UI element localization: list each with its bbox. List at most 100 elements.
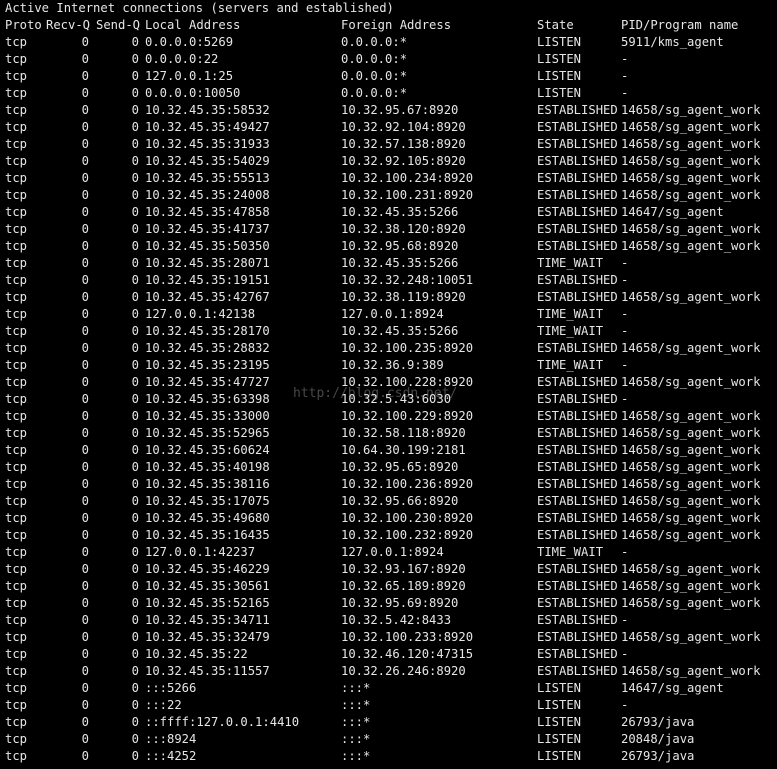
row-foreign-address: 10.32.26.246:8920 [341,664,466,678]
row-recv-q: 0 [81,103,89,117]
row-foreign-address: 10.32.92.104:8920 [341,120,466,134]
row-proto: tcp [5,443,28,457]
row-state: ESTABLISHED [537,154,618,168]
row-state: LISTEN [537,681,582,695]
row-pid-program: 26793/java [621,715,695,729]
row-pid-program: - [621,545,629,559]
row-send-q: 0 [131,69,139,83]
row-recv-q: 0 [81,358,89,372]
row-send-q: 0 [131,426,139,440]
row-foreign-address: 10.32.95.69:8920 [341,596,459,610]
row-recv-q: 0 [81,222,89,236]
row-local-address: :::5266 [145,681,197,695]
row-local-address: 10.32.45.35:46229 [145,562,270,576]
row-proto: tcp [5,664,28,678]
row-local-address: 10.32.45.35:28170 [145,324,270,338]
row-send-q: 0 [131,545,139,559]
row-pid-program: 14647/sg_agent [621,205,724,219]
row-state: ESTABLISHED [537,409,618,423]
row-local-address: 10.32.45.35:22 [145,647,248,661]
row-pid-program: 20848/java [621,732,695,746]
row-foreign-address: 10.32.93.167:8920 [341,562,466,576]
row-local-address: 127.0.0.1:25 [145,69,234,83]
row-state: TIME_WAIT [537,324,604,338]
row-pid-program: - [621,324,629,338]
row-foreign-address: :::* [341,732,371,746]
row-pid-program: - [621,647,629,661]
row-proto: tcp [5,681,28,695]
row-state: LISTEN [537,732,582,746]
row-foreign-address: 10.32.100.232:8920 [341,528,474,542]
row-proto: tcp [5,307,28,321]
row-pid-program: 14658/sg_agent_work [621,120,761,134]
row-proto: tcp [5,511,28,525]
row-proto: tcp [5,596,28,610]
row-local-address: 10.32.45.35:41737 [145,222,270,236]
row-foreign-address: 10.32.32.248:10051 [341,273,474,287]
row-pid-program: - [621,392,629,406]
row-state: ESTABLISHED [537,375,618,389]
row-local-address: 10.32.45.35:49427 [145,120,270,134]
row-proto: tcp [5,222,28,236]
row-state: LISTEN [537,749,582,763]
row-local-address: 10.32.45.35:33000 [145,409,270,423]
row-recv-q: 0 [81,375,89,389]
row-pid-program: 14658/sg_agent_work [621,290,761,304]
row-send-q: 0 [131,477,139,491]
row-send-q: 0 [131,562,139,576]
row-send-q: 0 [131,188,139,202]
row-pid-program: 14658/sg_agent_work [621,188,761,202]
row-foreign-address: 10.32.38.119:8920 [341,290,466,304]
row-recv-q: 0 [81,256,89,270]
row-foreign-address: 10.32.100.231:8920 [341,188,474,202]
row-proto: tcp [5,171,28,185]
row-state: ESTABLISHED [537,460,618,474]
row-proto: tcp [5,239,28,253]
row-local-address: :::22 [145,698,182,712]
row-pid-program: 14658/sg_agent_work [621,171,761,185]
row-send-q: 0 [131,358,139,372]
row-foreign-address: 10.32.92.105:8920 [341,154,466,168]
row-proto: tcp [5,647,28,661]
row-state: ESTABLISHED [537,630,618,644]
row-local-address: 10.32.45.35:54029 [145,154,270,168]
row-send-q: 0 [131,273,139,287]
row-recv-q: 0 [81,86,89,100]
row-foreign-address: :::* [341,715,371,729]
header-local-address: Local Address [145,18,241,32]
header-send-q: Send-Q [96,18,141,32]
row-send-q: 0 [131,681,139,695]
row-proto: tcp [5,494,28,508]
row-recv-q: 0 [81,324,89,338]
row-send-q: 0 [131,171,139,185]
row-recv-q: 0 [81,460,89,474]
row-proto: tcp [5,188,28,202]
row-pid-program: - [621,358,629,372]
row-local-address: 10.32.45.35:55513 [145,171,270,185]
row-send-q: 0 [131,613,139,627]
row-recv-q: 0 [81,477,89,491]
row-local-address: 127.0.0.1:42138 [145,307,256,321]
header-pid-program: PID/Program name [621,18,739,32]
row-foreign-address: 10.32.100.229:8920 [341,409,474,423]
terminal-title-line: Active Internet connections (servers and… [0,0,394,17]
row-recv-q: 0 [81,596,89,610]
row-recv-q: 0 [81,681,89,695]
row-state: ESTABLISHED [537,579,618,593]
row-local-address: 10.32.45.35:60624 [145,443,270,457]
terminal-output[interactable]: Active Internet connections (servers and… [0,0,777,769]
row-send-q: 0 [131,630,139,644]
row-pid-program: 14658/sg_agent_work [621,154,761,168]
row-recv-q: 0 [81,630,89,644]
row-recv-q: 0 [81,715,89,729]
row-recv-q: 0 [81,749,89,763]
header-proto: Proto [5,18,42,32]
row-pid-program: - [621,52,629,66]
row-local-address: 10.32.45.35:31933 [145,137,270,151]
row-pid-program: 14658/sg_agent_work [621,239,761,253]
row-state: ESTABLISHED [537,443,618,457]
header-state: State [537,18,574,32]
row-recv-q: 0 [81,494,89,508]
row-local-address: 10.32.45.35:38116 [145,477,270,491]
row-proto: tcp [5,69,28,83]
